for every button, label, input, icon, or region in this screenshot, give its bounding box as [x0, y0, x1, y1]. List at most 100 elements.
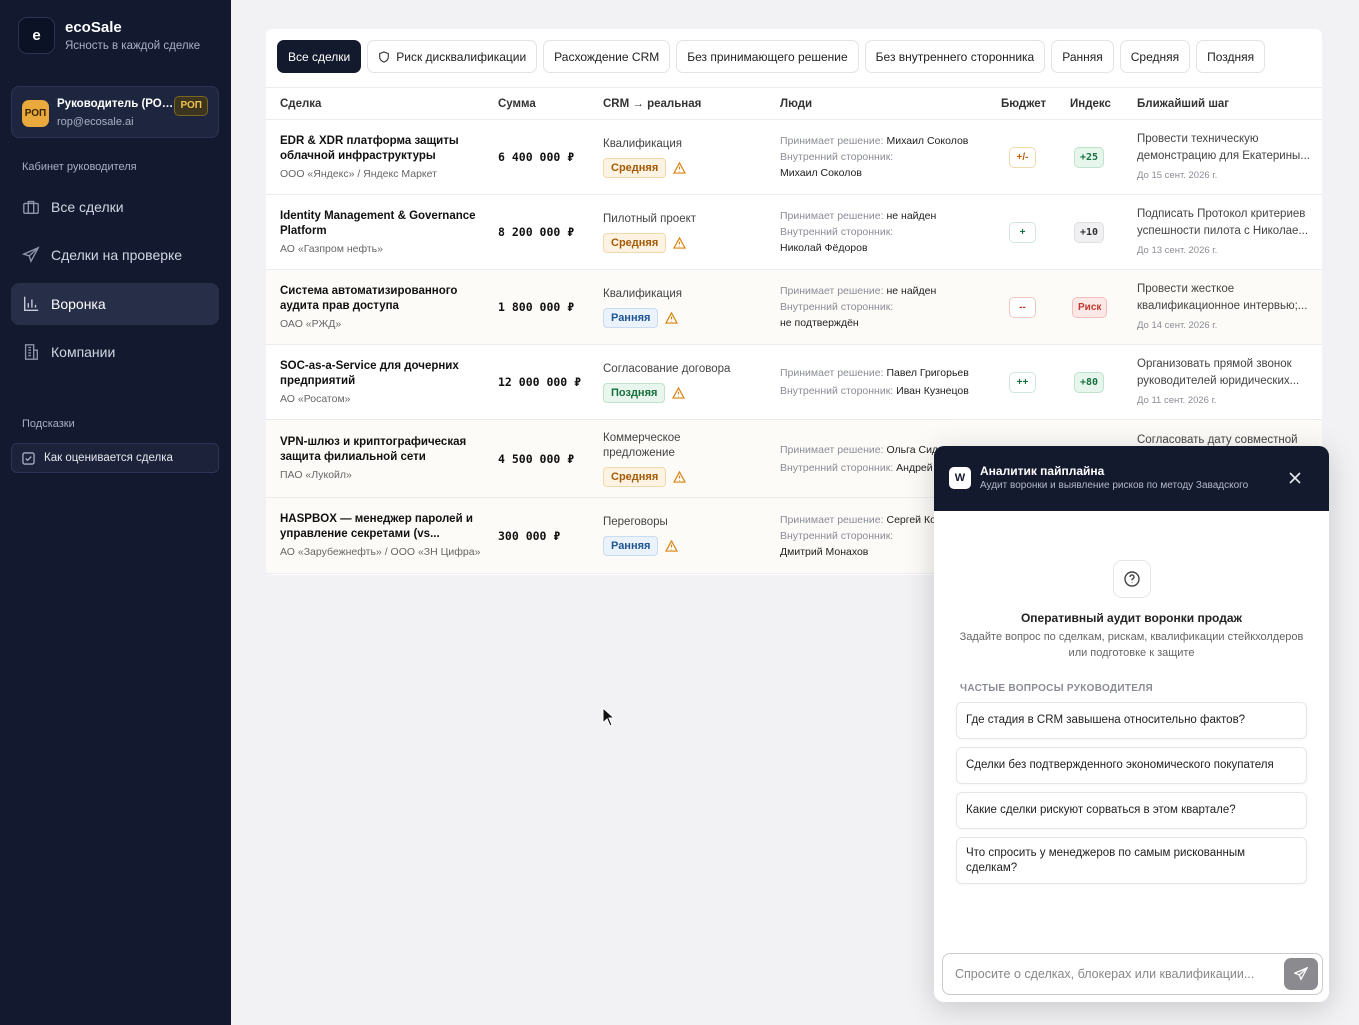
warning-icon	[673, 162, 687, 174]
deal-amount: 4 500 000 ₽	[498, 452, 575, 466]
brand[interactable]: e ecoSale Ясность в каждой сделке	[18, 17, 200, 54]
filter-late[interactable]: Поздняя	[1196, 40, 1266, 73]
table-row[interactable]: Identity Management & Governance Platfor…	[266, 195, 1322, 270]
sidebar-item-label: Воронка	[51, 296, 106, 312]
deal-amount: 300 000 ₽	[498, 529, 561, 543]
deal-people: Принимает решение: Павел Григорьев Внутр…	[780, 367, 969, 397]
deal-company: ПАО «Лукойл»	[280, 469, 352, 481]
hint-how-deal-scored[interactable]: Как оценивается сделка	[11, 443, 219, 473]
filter-crm-mismatch[interactable]: Расхождение CRM	[543, 40, 671, 73]
filter-all-deals[interactable]: Все сделки	[277, 40, 362, 73]
hint-label: Как оценивается сделка	[44, 452, 173, 464]
sidebar-item-funnel[interactable]: Воронка	[11, 283, 219, 325]
deal-amount: 6 400 000 ₽	[498, 150, 575, 164]
stage-pill: Ранняя	[603, 536, 659, 556]
filter-disqualification-risk[interactable]: Риск дисквалификации	[367, 40, 538, 73]
user-card[interactable]: РОП Руководитель (РОП ... rop@ecosale.ai…	[11, 86, 219, 138]
stage-pill: Средняя	[603, 467, 667, 487]
stage-pill: Поздняя	[603, 383, 666, 403]
suggested-question[interactable]: Где стадия в CRM завышена относительно ф…	[956, 702, 1307, 739]
stage-pill: Средняя	[603, 158, 667, 178]
warning-icon	[673, 237, 687, 249]
suggested-question[interactable]: Какие сделки рискуют сорваться в этом кв…	[956, 792, 1307, 829]
bar-chart-icon	[24, 296, 39, 311]
chat-input[interactable]	[955, 954, 1275, 994]
column-deal[interactable]: Сделка	[280, 98, 321, 110]
deal-amount: 8 200 000 ₽	[498, 225, 575, 239]
crm-stage: Согласование договора	[603, 363, 731, 375]
column-index[interactable]: Индекс	[1070, 98, 1111, 110]
deal-people: Принимает решение: не найден Внутренний …	[780, 210, 937, 254]
section-label-cabinet: Кабинет руководителя	[22, 161, 137, 173]
budget-badge: --	[1009, 297, 1036, 318]
table-row[interactable]: SOC-as-a-Service для дочерних предприяти…	[266, 345, 1322, 420]
briefcase-icon	[23, 200, 39, 214]
pipeline-assistant-panel: W Аналитик пайплайна Аудит воронки и выя…	[934, 446, 1329, 1002]
deal-people: Принимает решение: Сергей Ко Внутренний …	[780, 514, 936, 558]
column-next-step[interactable]: Ближайший шаг	[1137, 98, 1229, 110]
column-crm[interactable]: CRM → реальная	[603, 98, 701, 110]
deal-company: АО «Газпром нефть»	[280, 243, 383, 255]
assistant-heading: Оперативный аудит воронки продаж	[1020, 611, 1243, 625]
shield-icon	[379, 50, 390, 63]
deal-people: Принимает решение: не найден Внутренний …	[780, 285, 937, 329]
sidebar-item-label: Компании	[51, 344, 116, 360]
send-icon	[22, 246, 40, 264]
stage-pill: Средняя	[603, 233, 667, 253]
crm-stage: Квалификация	[603, 288, 683, 300]
column-budget[interactable]: Бюджет	[1001, 98, 1046, 110]
building-icon	[24, 344, 38, 360]
table-row[interactable]: Система автоматизированного аудита прав …	[266, 270, 1322, 345]
deal-amount: 1 800 000 ₽	[498, 300, 575, 314]
deal-company: ООО «Яндекс» / Яндекс Маркет	[280, 168, 437, 180]
mouse-cursor-icon	[602, 707, 616, 727]
next-step-date: До 11 сент. 2026 г.	[1137, 395, 1217, 406]
warning-icon	[665, 312, 679, 324]
close-icon[interactable]	[1287, 470, 1303, 486]
sidebar-item-review[interactable]: Сделки на проверке	[11, 234, 219, 276]
column-people[interactable]: Люди	[780, 98, 812, 110]
warning-icon	[673, 471, 687, 483]
suggested-question[interactable]: Что спросить у менеджеров по самым риско…	[956, 837, 1307, 884]
deal-name: Система автоматизированного аудита прав …	[280, 285, 458, 312]
next-step: Организовать прямой звонок руководителей…	[1137, 358, 1300, 387]
index-badge: +25	[1074, 147, 1105, 168]
chat-input-wrapper	[942, 953, 1323, 995]
deal-company: АО «Росатом»	[280, 393, 351, 405]
sidebar-item-companies[interactable]: Компании	[11, 331, 219, 373]
help-circle-icon	[1113, 560, 1151, 598]
index-badge: Риск	[1072, 297, 1108, 318]
next-step: Провести техническую демонстрацию для Ек…	[1137, 133, 1310, 162]
filter-early[interactable]: Ранняя	[1051, 40, 1114, 73]
deal-name: SOC-as-a-Service для дочерних предприяти…	[280, 360, 459, 387]
filter-no-decision-maker[interactable]: Без принимающего решение	[676, 40, 859, 73]
filter-no-champion[interactable]: Без внутреннего сторонника	[864, 40, 1046, 73]
index-badge: +80	[1074, 372, 1105, 393]
send-button[interactable]	[1284, 958, 1318, 990]
filter-middle[interactable]: Средняя	[1119, 40, 1191, 73]
crm-stage: Переговоры	[603, 516, 668, 528]
brand-logo: e	[18, 17, 55, 54]
send-icon	[1294, 967, 1308, 981]
sidebar-item-label: Все сделки	[51, 199, 124, 215]
assistant-description: Задайте вопрос по сделкам, рискам, квали…	[959, 631, 1304, 659]
assistant-subtitle: Аудит воронки и выявление рисков по мето…	[980, 480, 1249, 491]
sidebar-item-all-deals[interactable]: Все сделки	[11, 186, 219, 228]
table-header: Сделка Сумма CRM → реальная Люди Бюджет …	[266, 87, 1322, 120]
table-row[interactable]: EDR & XDR платформа защиты облачной инфр…	[266, 120, 1322, 195]
crm-stage: Пилотный проект	[603, 213, 697, 225]
column-amount[interactable]: Сумма	[498, 98, 536, 110]
checkbox-icon	[22, 451, 35, 465]
suggested-question[interactable]: Сделки без подтвержденного экономическог…	[956, 747, 1307, 784]
sidebar-item-label: Сделки на проверке	[51, 247, 183, 263]
next-step: Подписать Протокол критериев успешности …	[1137, 208, 1309, 237]
deal-people: Принимает решение: Михаил Соколов Внутре…	[780, 135, 969, 179]
stage-pill: Ранняя	[603, 308, 659, 328]
next-step-date: До 13 сент. 2026 г.	[1137, 245, 1218, 256]
index-badge: +10	[1074, 222, 1105, 243]
filter-label: Риск дисквалификации	[396, 49, 527, 64]
user-name: Руководитель (РОП ...	[57, 98, 177, 110]
sidebar: e ecoSale Ясность в каждой сделке РОП Ру…	[0, 0, 231, 1025]
deal-name: EDR & XDR платформа защиты облачной инфр…	[280, 135, 459, 162]
user-email: rop@ecosale.ai	[57, 116, 134, 128]
